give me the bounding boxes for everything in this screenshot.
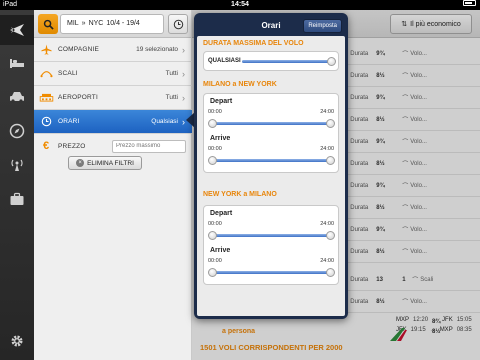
clock-icon bbox=[173, 19, 183, 29]
arrive-slider-max-thumb[interactable] bbox=[326, 268, 335, 277]
battery-icon bbox=[463, 0, 476, 6]
slider-label: Depart bbox=[210, 210, 233, 217]
slider-label: Arrive bbox=[210, 247, 231, 254]
filter-label: ORARI bbox=[58, 118, 80, 125]
section-title: NEW YORK a MILANO bbox=[203, 191, 277, 198]
depart-slider-min-thumb[interactable] bbox=[208, 119, 217, 128]
nav-rail bbox=[0, 10, 34, 360]
stops-icon bbox=[34, 69, 58, 78]
gear-icon[interactable] bbox=[0, 326, 34, 356]
filter-value: Tutti bbox=[165, 70, 178, 77]
compass-icon[interactable] bbox=[0, 116, 34, 146]
car-icon[interactable] bbox=[0, 82, 34, 112]
euro-icon: € bbox=[42, 140, 50, 152]
section-title: MILANO a NEW YORK bbox=[203, 81, 277, 88]
route-summary[interactable]: MIL » NYC 10/4 - 19/4 bbox=[60, 14, 164, 34]
airport-icon bbox=[34, 93, 58, 102]
popover-body: DURATA MASSIMA DEL VOLO QUALSIASI MILANO… bbox=[197, 36, 345, 316]
schedule-button[interactable] bbox=[168, 14, 188, 34]
plane-icon[interactable] bbox=[0, 15, 34, 45]
search-header: MIL » NYC 10/4 - 19/4 bbox=[34, 10, 191, 38]
max-duration-value: QUALSIASI bbox=[208, 58, 241, 64]
filter-row-price: € PREZZO bbox=[34, 134, 192, 158]
slider-max-label: 24:00 bbox=[320, 109, 334, 115]
arrive-slider-max-thumb[interactable] bbox=[326, 156, 335, 165]
status-bar: iPad 14:54 bbox=[0, 0, 480, 10]
times-popover: Orari Reimposta DURATA MASSIMA DEL VOLO … bbox=[194, 13, 348, 319]
filter-label: SCALI bbox=[58, 70, 78, 77]
filter-value: Tutti bbox=[165, 94, 178, 101]
slider-min-label: 00:00 bbox=[208, 258, 222, 264]
depart-slider-track[interactable] bbox=[212, 234, 330, 237]
chevron-right-icon: › bbox=[182, 92, 185, 103]
arrive-slider-min-thumb[interactable] bbox=[208, 156, 217, 165]
route-separator: » bbox=[81, 20, 86, 27]
clock-time: 14:54 bbox=[231, 1, 249, 8]
battery-indicator bbox=[463, 0, 476, 6]
slider-max-label: 24:00 bbox=[320, 258, 334, 264]
filter-label: PREZZO bbox=[58, 142, 86, 150]
arrive-slider-min-thumb[interactable] bbox=[208, 268, 217, 277]
chevron-right-icon: › bbox=[182, 44, 185, 55]
arrive-slider-track[interactable] bbox=[212, 159, 330, 162]
depart-slider-max-thumb[interactable] bbox=[326, 119, 335, 128]
slider-max-label: 24:00 bbox=[320, 221, 334, 227]
filter-row-stops[interactable]: SCALI Tutti › bbox=[34, 62, 192, 86]
popover-title: Orari bbox=[261, 21, 281, 30]
filter-value: Qualsiasi bbox=[151, 118, 178, 125]
depart-slider-track[interactable] bbox=[212, 122, 330, 125]
slider-min-label: 00:00 bbox=[208, 221, 222, 227]
search-icon bbox=[43, 19, 54, 30]
outbound-times-card: Depart 00:00 24:00 Arrive 00:00 24:00 bbox=[203, 93, 339, 173]
depart-slider-max-thumb[interactable] bbox=[326, 231, 335, 240]
clear-filters-label: ELIMINA FILTRI bbox=[87, 159, 134, 167]
max-price-input[interactable] bbox=[112, 139, 186, 153]
popover-header: Orari Reimposta bbox=[197, 16, 345, 36]
route-dates: 10/4 - 19/4 bbox=[106, 20, 140, 27]
slider-min-label: 00:00 bbox=[208, 146, 222, 152]
close-icon: × bbox=[76, 159, 85, 167]
return-times-card: Depart 00:00 24:00 Arrive 00:00 24:00 bbox=[203, 205, 339, 285]
slider-label: Depart bbox=[210, 98, 233, 105]
airline-icon bbox=[34, 44, 58, 55]
search-button[interactable] bbox=[38, 14, 58, 34]
max-duration-slider-track[interactable] bbox=[242, 60, 332, 63]
clock-icon bbox=[34, 116, 58, 127]
slider-min-label: 00:00 bbox=[208, 109, 222, 115]
filter-panel: MIL » NYC 10/4 - 19/4 COMPAGNIE 19 selez… bbox=[34, 10, 192, 360]
arrive-slider-track[interactable] bbox=[212, 271, 330, 274]
route-from: MIL bbox=[67, 20, 79, 27]
filter-label: COMPAGNIE bbox=[58, 46, 100, 53]
signal-icon[interactable] bbox=[0, 150, 34, 180]
filter-value: 19 selezionato bbox=[136, 46, 178, 53]
depart-slider-min-thumb[interactable] bbox=[208, 231, 217, 240]
briefcase-icon[interactable] bbox=[0, 184, 34, 214]
filter-label: AEROPORTI bbox=[58, 94, 98, 101]
max-duration-title: DURATA MASSIMA DEL VOLO bbox=[203, 40, 304, 47]
slider-max-label: 24:00 bbox=[320, 146, 334, 152]
chevron-right-icon: › bbox=[182, 68, 185, 79]
clear-filters-button[interactable]: × ELIMINA FILTRI bbox=[68, 156, 142, 170]
filter-row-airlines[interactable]: COMPAGNIE 19 selezionato › bbox=[34, 38, 192, 62]
bed-icon[interactable] bbox=[0, 48, 34, 78]
slider-label: Arrive bbox=[210, 135, 231, 142]
max-duration-card: QUALSIASI bbox=[203, 51, 339, 71]
filter-row-times[interactable]: ORARI Qualsiasi › bbox=[34, 110, 192, 134]
reset-button[interactable]: Reimposta bbox=[303, 19, 342, 33]
route-to: NYC bbox=[88, 20, 104, 27]
max-duration-slider-thumb[interactable] bbox=[327, 57, 336, 66]
filter-row-airports[interactable]: AEROPORTI Tutti › bbox=[34, 86, 192, 110]
